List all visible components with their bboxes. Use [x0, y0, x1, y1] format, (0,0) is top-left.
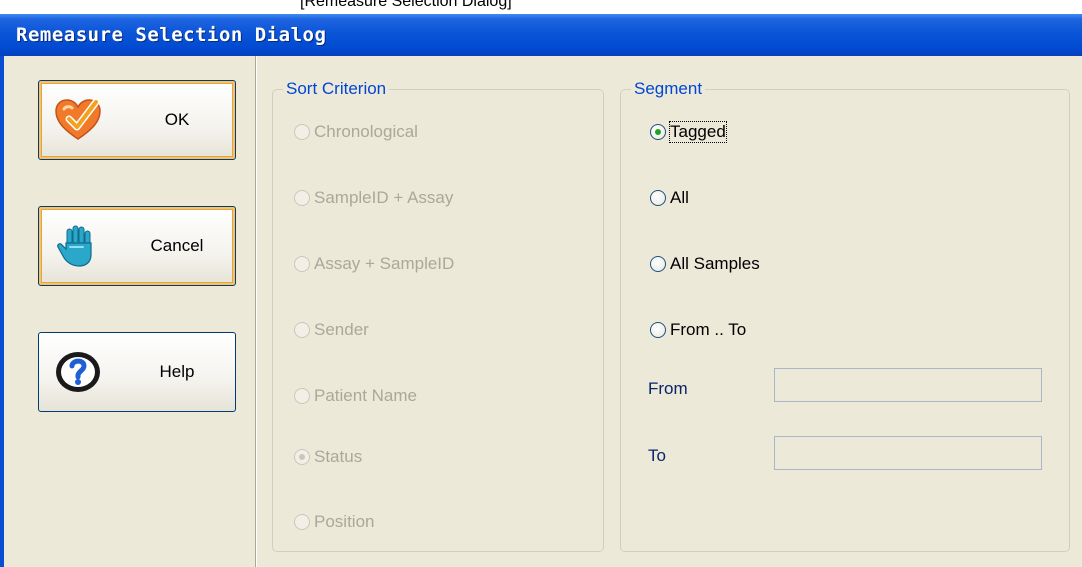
top-caption: [Remeasure Selection Dialog]: [0, 0, 1082, 14]
sort-criterion-legend: Sort Criterion: [283, 79, 390, 99]
radio-icon: [294, 514, 310, 530]
segment-option-label: All Samples: [670, 254, 760, 273]
sort-option-label: Sender: [314, 320, 369, 339]
hand-stop-icon: [53, 223, 103, 269]
radio-icon: [294, 190, 310, 206]
sort-option-sampleid-assay[interactable]: SampleID + Assay: [294, 188, 453, 208]
segment-option-label: From .. To: [670, 320, 747, 339]
radio-icon: [294, 322, 310, 338]
help-button[interactable]: Help: [38, 332, 236, 412]
top-caption-text: [Remeasure Selection Dialog]: [300, 0, 512, 10]
vertical-divider: [255, 56, 257, 567]
help-button-label: Help: [159, 362, 195, 381]
cancel-button[interactable]: Cancel: [38, 206, 236, 286]
radio-icon: [650, 322, 666, 338]
sort-option-status[interactable]: Status: [294, 447, 362, 467]
sort-option-label: Chronological: [314, 122, 418, 141]
sort-option-label: Position: [314, 512, 375, 531]
sort-option-assay-sampleid[interactable]: Assay + SampleID: [294, 254, 454, 274]
ok-button[interactable]: OK: [38, 80, 236, 160]
sort-option-patient-name[interactable]: Patient Name: [294, 386, 417, 406]
ok-button-label: OK: [164, 110, 190, 129]
window-left-border: [0, 56, 4, 567]
sort-option-label: Patient Name: [314, 386, 417, 405]
sort-option-chronological[interactable]: Chronological: [294, 122, 418, 142]
cancel-button-label: Cancel: [150, 236, 204, 255]
radio-icon: [650, 256, 666, 272]
sort-option-sender[interactable]: Sender: [294, 320, 369, 340]
title-bar[interactable]: Remeasure Selection Dialog: [0, 14, 1082, 56]
window-title: Remeasure Selection Dialog: [16, 24, 327, 46]
radio-icon: [294, 256, 310, 272]
segment-option-label: Tagged: [669, 121, 727, 143]
radio-icon: [294, 124, 310, 140]
radio-selected-icon: [294, 449, 310, 465]
from-label: From: [648, 379, 688, 398]
to-input[interactable]: [774, 436, 1042, 470]
segment-option-from-to[interactable]: From .. To: [650, 320, 746, 340]
segment-legend: Segment: [631, 79, 706, 99]
checkmark-heart-icon: [53, 97, 103, 143]
help-question-icon: [53, 349, 103, 395]
dialog-window: Remeasure Selection Dialog OK Cancel Hel…: [0, 14, 1082, 567]
sort-option-label: SampleID + Assay: [314, 188, 454, 207]
radio-icon: [650, 190, 666, 206]
segment-option-tagged[interactable]: Tagged: [650, 121, 727, 143]
from-input[interactable]: [774, 368, 1042, 402]
segment-option-all-samples[interactable]: All Samples: [650, 254, 760, 274]
radio-selected-icon: [650, 124, 666, 140]
sort-option-label: Assay + SampleID: [314, 254, 455, 273]
radio-icon: [294, 388, 310, 404]
segment-option-all[interactable]: All: [650, 188, 689, 208]
sort-option-label: Status: [314, 447, 363, 466]
sort-option-position[interactable]: Position: [294, 512, 374, 532]
segment-option-label: All: [670, 188, 689, 207]
to-label: To: [648, 446, 666, 465]
